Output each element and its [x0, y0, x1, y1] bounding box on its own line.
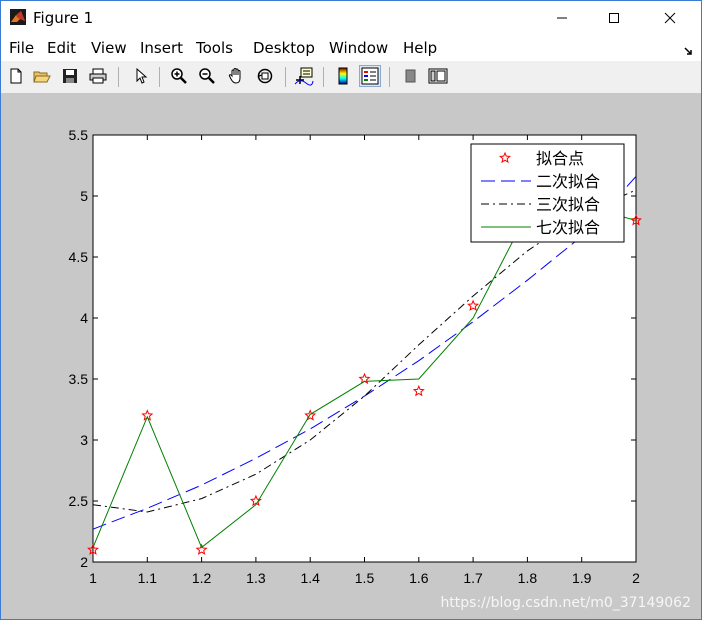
- new-figure-button[interactable]: [5, 65, 27, 87]
- x-tick-label: 1.9: [572, 570, 592, 586]
- minimize-icon: [557, 17, 567, 19]
- toolbar-separator: [389, 67, 390, 87]
- open-file-icon: [33, 71, 51, 83]
- toolbar-separator: [118, 67, 119, 87]
- print-button[interactable]: [87, 65, 109, 87]
- zoom-in-icon: [171, 68, 187, 84]
- menu-file[interactable]: File: [9, 39, 34, 57]
- x-tick-label: 1.5: [355, 570, 375, 586]
- hide-plot-tools-icon: [405, 69, 416, 83]
- menu-help[interactable]: Help: [403, 39, 437, 57]
- insert-colorbar-button[interactable]: [332, 65, 354, 87]
- new-figure-icon: [10, 68, 22, 84]
- y-tick-label: 5: [80, 188, 88, 204]
- edit-plot-button[interactable]: [130, 65, 152, 87]
- y-tick-label: 3: [80, 432, 88, 448]
- figure-canvas: 1 1.1 1.2 1.3 1.4 1.5 1.6 1.7 1.8 1.9 2 2 2.5 3 3.5 4 4.…: [1, 93, 701, 619]
- menu-window[interactable]: Window: [329, 39, 388, 57]
- legend-label: 拟合点: [536, 149, 584, 168]
- data-cursor-button[interactable]: [293, 65, 315, 87]
- y-tick-label: 4: [80, 310, 88, 326]
- show-plot-tools-icon: [428, 68, 448, 84]
- data-cursor-icon: [294, 67, 314, 86]
- x-tick-label: 1.4: [300, 570, 320, 586]
- x-tick-label: 1: [89, 570, 97, 586]
- x-tick-label: 2: [632, 570, 640, 586]
- x-tick-label: 1.3: [246, 570, 266, 586]
- colorbar-icon: [338, 67, 348, 85]
- legend-label: 三次拟合: [536, 195, 600, 214]
- zoom-out-button[interactable]: [196, 65, 218, 87]
- y-tick-label: 5.5: [69, 127, 89, 143]
- toolbar-separator: [159, 67, 160, 87]
- rotate-3d-icon: [257, 68, 273, 84]
- open-file-button[interactable]: [31, 65, 53, 87]
- maximize-icon: [609, 13, 619, 23]
- legend-label: 二次拟合: [536, 172, 600, 191]
- window-title: Figure 1: [33, 9, 94, 27]
- legend-label: 七次拟合: [536, 218, 600, 237]
- zoom-in-button[interactable]: [168, 65, 190, 87]
- show-plot-tools-button[interactable]: [427, 65, 449, 87]
- y-tick-label: 2.5: [69, 493, 89, 509]
- pan-button[interactable]: [225, 65, 247, 87]
- y-tick-label: 3.5: [69, 371, 89, 387]
- plot-area[interactable]: 1 1.1 1.2 1.3 1.4 1.5 1.6 1.7 1.8 1.9 2 2 2.5 3 3.5 4 4.…: [1, 93, 701, 619]
- menu-view[interactable]: View: [91, 39, 127, 57]
- x-tick-label: 1.7: [463, 570, 483, 586]
- menu-bar: File Edit View Insert Tools Desktop Wind…: [1, 35, 701, 61]
- figure-window: Figure 1 File Edit View Insert Tools Des…: [0, 0, 702, 620]
- figure-toolbar: [1, 61, 701, 94]
- hide-plot-tools-button[interactable]: [399, 65, 421, 87]
- x-tick-label: 1.1: [138, 570, 158, 586]
- menu-insert[interactable]: Insert: [140, 39, 183, 57]
- save-button[interactable]: [59, 65, 81, 87]
- minimize-button[interactable]: [539, 1, 585, 35]
- zoom-out-icon: [199, 68, 215, 84]
- edit-plot-icon: [136, 68, 148, 84]
- x-tick-label: 1.6: [409, 570, 429, 586]
- watermark-text: https://blog.csdn.net/m0_37149062: [440, 595, 691, 611]
- dock-arrow-icon[interactable]: [683, 41, 693, 60]
- x-tick-label: 1.2: [192, 570, 212, 586]
- save-icon: [63, 69, 77, 83]
- close-icon: [664, 12, 676, 24]
- insert-legend-button[interactable]: [359, 65, 381, 87]
- pan-icon: [228, 67, 241, 84]
- maximize-button[interactable]: [591, 1, 637, 35]
- toolbar-separator: [323, 67, 324, 87]
- title-bar[interactable]: Figure 1: [1, 1, 701, 35]
- rotate-3d-button[interactable]: [254, 65, 276, 87]
- matlab-icon: [10, 9, 26, 25]
- legend[interactable]: 拟合点二次拟合三次拟合七次拟合: [470, 143, 625, 243]
- close-button[interactable]: [647, 1, 693, 35]
- menu-edit[interactable]: Edit: [47, 39, 76, 57]
- menu-desktop[interactable]: Desktop: [253, 39, 315, 57]
- print-icon: [89, 68, 107, 84]
- toolbar-separator: [285, 67, 286, 87]
- y-tick-label: 4.5: [69, 249, 89, 265]
- legend-icon: [361, 67, 379, 85]
- menu-tools[interactable]: Tools: [196, 39, 233, 57]
- y-tick-label: 2: [80, 554, 88, 570]
- x-tick-label: 1.8: [518, 570, 538, 586]
